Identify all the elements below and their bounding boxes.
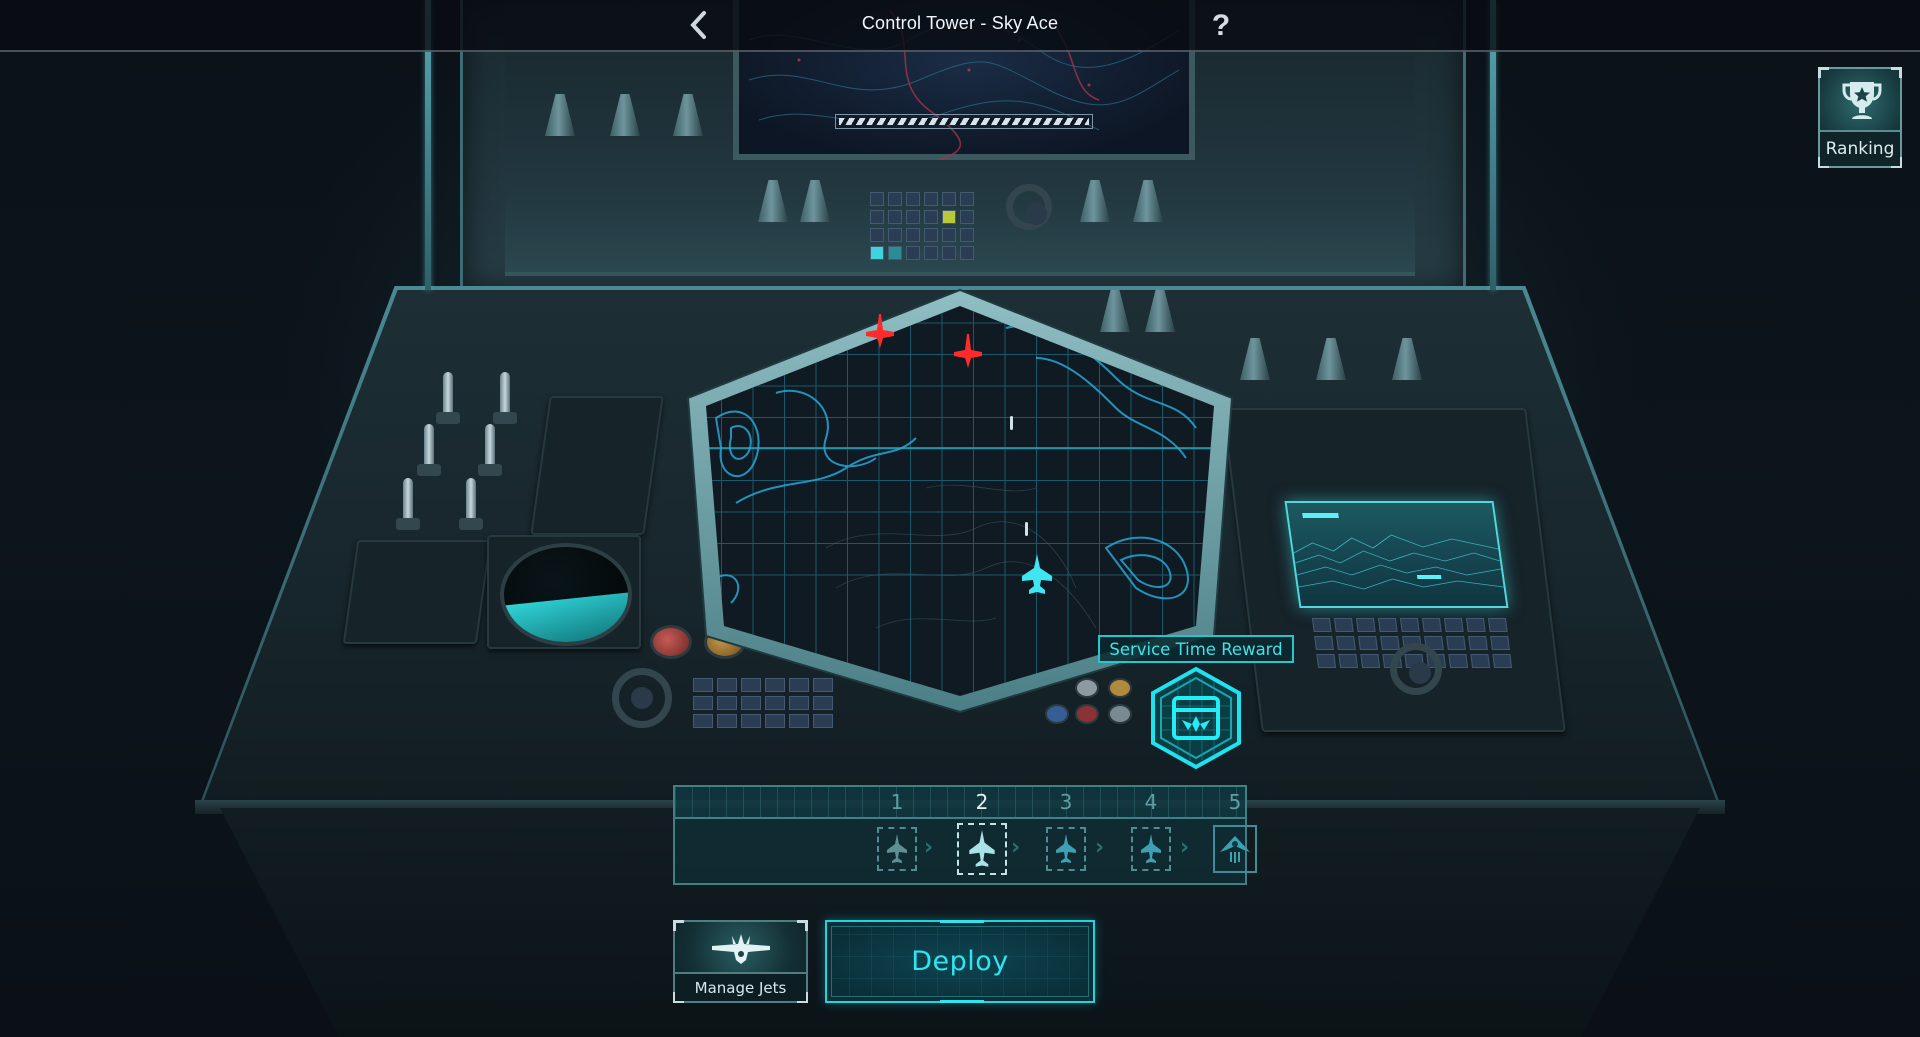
radar-scope (500, 543, 632, 646)
stage-progress-panel: 1 2 3 4 5 › › › › (673, 785, 1257, 885)
fighter-jet-icon (712, 934, 770, 964)
toggle-switch (459, 478, 483, 530)
chevron-left-icon (690, 11, 706, 39)
trophy-icon (1842, 82, 1882, 119)
toggle-switch (396, 478, 420, 530)
stage-slot-3[interactable] (1046, 827, 1086, 871)
stage-number: 1 (890, 790, 904, 814)
frame-corner (673, 920, 684, 931)
frame-corner (797, 920, 808, 931)
deploy-top-accent (940, 920, 984, 923)
boss-bomber-icon (1220, 836, 1250, 863)
reward-chest-hex-icon (1151, 666, 1241, 770)
stage-slot-5-boss[interactable] (1213, 825, 1257, 873)
top-bar: Control Tower - Sky Ace ? (0, 0, 1920, 52)
toggle-switch (493, 372, 517, 424)
missile-trail (1025, 522, 1028, 536)
left-dpad (612, 668, 672, 728)
jet-icon (969, 830, 995, 867)
stage-arrow-icon: › (1180, 835, 1190, 860)
manage-jets-button[interactable]: Manage Jets (673, 920, 808, 1003)
service-time-reward-label[interactable]: Service Time Reward (1098, 635, 1294, 663)
stage-number: 3 (1059, 790, 1073, 814)
jet-icon (887, 834, 907, 863)
frame-corner (1891, 67, 1902, 78)
missile-trail (1010, 416, 1013, 430)
stage-number-header: 1 2 3 4 5 (675, 787, 1245, 819)
stage-number: 5 (1228, 790, 1242, 814)
service-time-reward-button[interactable] (1148, 666, 1244, 770)
stage-number-current: 2 (975, 790, 989, 814)
toggle-switch (478, 424, 502, 476)
deploy-label: Deploy (911, 946, 1009, 977)
toggle-switch (436, 372, 460, 424)
stage-arrow-icon: › (924, 835, 934, 860)
ranking-button[interactable]: Ranking (1818, 67, 1902, 168)
jet-icon (1056, 834, 1076, 863)
monitor-progress-stripe (835, 114, 1093, 129)
back-button[interactable] (680, 6, 716, 44)
toggle-switch (417, 424, 441, 476)
stage-slot-4[interactable] (1131, 827, 1171, 871)
stage-slot-1[interactable] (877, 827, 917, 871)
deploy-bottom-accent (940, 1000, 984, 1003)
upper-dpad (1006, 184, 1052, 230)
stage-number: 4 (1144, 790, 1158, 814)
stage-arrow-icon: › (1011, 835, 1021, 860)
terrain-screen (1284, 501, 1509, 608)
frame-corner (1818, 67, 1829, 78)
help-button[interactable]: ? (1203, 6, 1239, 46)
manage-jets-label: Manage Jets (675, 972, 806, 1001)
stage-slot-2[interactable] (957, 823, 1007, 875)
ranking-label: Ranking (1820, 130, 1900, 166)
upper-keypad (870, 192, 974, 260)
right-dpad (1390, 643, 1442, 695)
button-plate (342, 540, 492, 644)
slot-plate (530, 396, 664, 535)
deploy-button[interactable]: Deploy (825, 920, 1095, 1003)
page-title: Control Tower - Sky Ace (861, 13, 1059, 33)
jet-icon (1141, 834, 1161, 863)
stage-arrow-icon: › (1095, 835, 1105, 860)
